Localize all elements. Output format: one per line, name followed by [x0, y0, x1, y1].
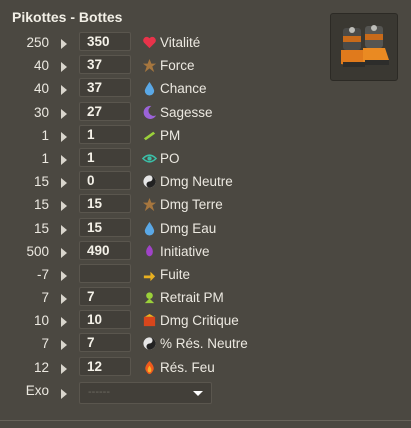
stat-input[interactable]: 37	[79, 78, 131, 98]
base-value: 7	[41, 290, 49, 306]
stat-row-po: 1 1 PO	[0, 147, 330, 170]
base-value: 12	[33, 359, 49, 375]
base-value: 15	[33, 174, 49, 190]
divider	[0, 420, 411, 421]
stat-label: PO	[160, 150, 180, 166]
arrow-right-icon[interactable]	[61, 388, 67, 399]
base-value: 10	[33, 313, 49, 329]
stat-label: Dmg Neutre	[160, 174, 233, 190]
arrow-right-icon[interactable]	[61, 201, 67, 212]
stat-label: Retrait PM	[160, 290, 224, 306]
stat-label: PM	[160, 127, 181, 143]
chevron-down-icon[interactable]	[193, 390, 203, 396]
base-value: 250	[26, 35, 49, 50]
neutral-resist-icon	[143, 337, 156, 351]
base-value: 30	[33, 104, 49, 120]
arrow-right-icon[interactable]	[61, 178, 67, 189]
critical-icon	[143, 314, 156, 327]
boots-item-icon	[330, 13, 398, 81]
stat-row-sagesse: 30 27 Sagesse	[0, 101, 330, 124]
base-value: 40	[33, 81, 49, 97]
base-value: 7	[41, 336, 49, 352]
arrow-right-icon[interactable]	[61, 270, 67, 281]
stat-label: Fuite	[160, 266, 191, 282]
water-drop-icon	[144, 82, 155, 96]
stat-input[interactable]: 7	[79, 333, 131, 353]
initiative-icon	[146, 244, 153, 256]
stat-label: Force	[160, 58, 195, 74]
base-value: 15	[33, 220, 49, 236]
stat-label: Initiative	[160, 243, 210, 259]
moon-icon	[143, 105, 157, 119]
arrow-right-icon[interactable]	[61, 154, 67, 165]
stat-row-retrait-pm: 7 7 Retrait PM	[0, 286, 330, 309]
stat-label: Dmg Eau	[160, 220, 217, 236]
stat-label: Vitalité	[160, 35, 201, 50]
arrow-right-icon[interactable]	[61, 294, 67, 305]
stat-row-vitalite: 250 350 Vitalité	[0, 31, 330, 54]
arrow-right-icon[interactable]	[61, 108, 67, 119]
stat-label: Dmg Terre	[160, 197, 223, 213]
stat-input[interactable]: 490	[79, 240, 131, 260]
stat-input[interactable]: 7	[79, 287, 131, 307]
stat-row-pm: 1 1 PM	[0, 124, 330, 147]
stat-row-dmg-critique: 10 10 Dmg Critique	[0, 309, 330, 332]
stat-input[interactable]	[79, 263, 131, 283]
stat-row-dmg-eau: 15 15 Dmg Eau	[0, 217, 330, 240]
water-drop-icon	[144, 221, 155, 236]
exo-select[interactable]: ------	[79, 381, 212, 404]
stat-input[interactable]: 37	[79, 55, 131, 75]
stat-label: Sagesse	[160, 104, 213, 120]
stat-row-res-feu: 12 12 Rés. Feu	[0, 356, 330, 379]
mp-removal-icon	[144, 292, 155, 304]
exo-row: Exo ------	[0, 379, 330, 405]
arrow-right-icon[interactable]	[61, 85, 67, 96]
stat-input[interactable]: 10	[79, 310, 131, 330]
base-value: 15	[33, 197, 49, 213]
arrow-right-icon[interactable]	[61, 340, 67, 351]
stat-row-dmg-neutre: 15 0 Dmg Neutre	[0, 170, 330, 193]
stat-label: % Rés. Neutre	[160, 336, 248, 352]
stat-input[interactable]: 0	[79, 171, 131, 191]
stat-input[interactable]: 12	[79, 356, 131, 376]
arrow-right-icon[interactable]	[61, 224, 67, 235]
base-value: 500	[26, 243, 49, 259]
base-value: 1	[41, 127, 49, 143]
arrow-right-icon[interactable]	[61, 247, 67, 258]
stat-input[interactable]: 350	[79, 32, 131, 51]
earth-icon	[142, 198, 157, 212]
stat-input[interactable]: 15	[79, 217, 131, 237]
stat-label: Rés. Feu	[160, 359, 215, 375]
stat-label: Dmg Critique	[160, 313, 239, 329]
arrow-right-icon[interactable]	[61, 39, 67, 49]
stat-label: Chance	[160, 81, 207, 97]
stat-input[interactable]: 27	[79, 101, 131, 121]
stat-row-fuite: -7 Fuite	[0, 263, 330, 286]
arrow-right-icon[interactable]	[61, 363, 67, 374]
base-value: 1	[41, 150, 49, 166]
exo-label: Exo	[25, 382, 49, 398]
force-icon	[142, 59, 157, 73]
arrow-right-icon[interactable]	[61, 62, 67, 73]
neutral-icon	[143, 175, 156, 188]
fire-icon	[145, 360, 154, 374]
stat-row-initiative: 500 490 Initiative	[0, 240, 330, 263]
exo-selected-value: ------	[88, 385, 110, 398]
arrow-right-icon[interactable]	[61, 317, 67, 328]
pm-boot-icon	[143, 131, 156, 140]
stat-row-force: 40 37 Force	[0, 54, 330, 77]
stat-input[interactable]: 1	[79, 147, 131, 167]
stat-row-res-neutre: 7 7 % Rés. Neutre	[0, 332, 330, 355]
stat-input[interactable]: 15	[79, 194, 131, 214]
base-value: 40	[33, 58, 49, 74]
stat-input[interactable]: 1	[79, 124, 131, 144]
arrow-right-icon[interactable]	[61, 131, 67, 142]
stat-row-chance: 40 37 Chance	[0, 77, 330, 100]
heart-icon	[143, 36, 156, 49]
eye-icon	[142, 154, 157, 163]
flee-icon	[143, 271, 156, 281]
item-title: Pikottes - Bottes	[12, 9, 123, 25]
stat-row-dmg-terre: 15 15 Dmg Terre	[0, 193, 330, 216]
base-value: -7	[36, 266, 49, 282]
